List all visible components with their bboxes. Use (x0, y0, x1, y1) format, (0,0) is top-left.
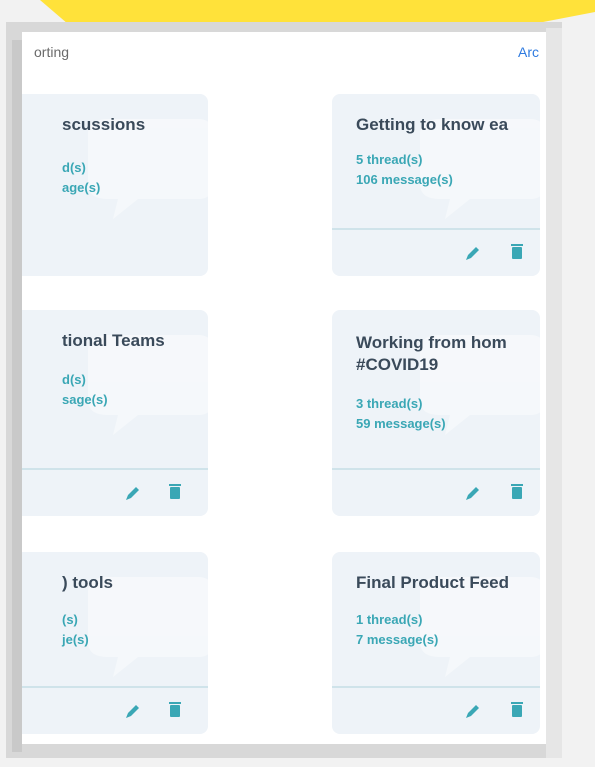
card-actions (332, 686, 540, 734)
message-count: age(s) (62, 180, 101, 195)
thread-count: 5 thread(s) (356, 152, 423, 167)
message-count: 106 message(s) (356, 172, 453, 187)
category-card[interactable]: Getting to know ea 5 thread(s) 106 messa… (332, 94, 540, 276)
card-actions (22, 468, 208, 516)
pencil-icon[interactable] (124, 702, 142, 720)
category-card[interactable]: tional Teams d(s) sage(s) (22, 310, 208, 516)
sorting-label[interactable]: orting (34, 44, 69, 60)
category-card[interactable]: scussions d(s) age(s) (22, 94, 208, 276)
trash-icon[interactable] (508, 242, 526, 260)
trash-icon[interactable] (166, 700, 184, 718)
card-title: Getting to know ea (356, 115, 509, 134)
message-count: 7 message(s) (356, 632, 439, 647)
trash-icon[interactable] (508, 482, 526, 500)
card-title: ) tools (62, 573, 113, 592)
card-actions (332, 228, 540, 276)
category-card[interactable]: Working from hom #COVID19 3 thread(s) 59… (332, 310, 540, 516)
category-card[interactable]: ) tools (s) je(s) (22, 552, 208, 734)
thread-count: d(s) (62, 372, 86, 387)
message-count: sage(s) (62, 392, 108, 407)
pencil-icon[interactable] (464, 702, 482, 720)
thread-count: d(s) (62, 160, 86, 175)
card-actions (332, 468, 540, 516)
pencil-icon[interactable] (464, 244, 482, 262)
thread-count: 1 thread(s) (356, 612, 423, 627)
trash-icon[interactable] (166, 482, 184, 500)
thread-count: 3 thread(s) (356, 396, 423, 411)
card-title: Final Product Feed (356, 573, 510, 592)
message-count: je(s) (62, 632, 89, 647)
card-title-line-1: Working from hom (356, 333, 507, 352)
archive-link[interactable]: Arc (518, 44, 539, 60)
pencil-icon[interactable] (464, 484, 482, 502)
trash-icon[interactable] (508, 700, 526, 718)
card-actions (22, 686, 208, 734)
device-frame-left-edge (12, 40, 22, 752)
card-title-line-2: #COVID19 (356, 355, 439, 374)
thread-count: (s) (62, 612, 78, 627)
pencil-icon[interactable] (124, 484, 142, 502)
message-count: 59 message(s) (356, 416, 446, 431)
device-frame-right-edge (546, 28, 562, 758)
category-card[interactable]: Final Product Feed 1 thread(s) 7 message… (332, 552, 540, 734)
app-screen: orting Arc scussions d(s) age(s) Getting… (22, 32, 546, 744)
card-title: scussions (62, 115, 146, 134)
card-title: tional Teams (62, 331, 165, 350)
